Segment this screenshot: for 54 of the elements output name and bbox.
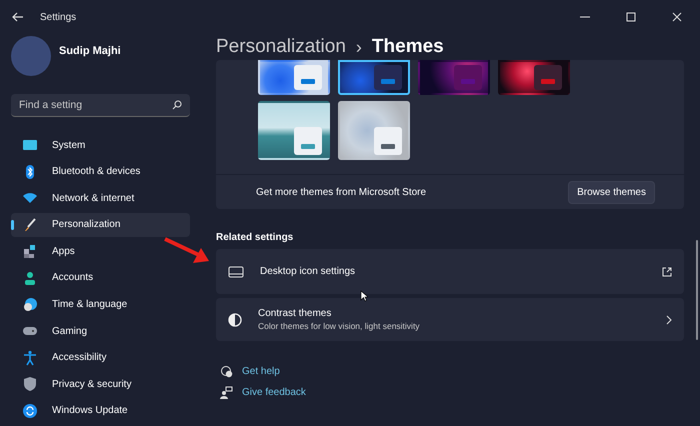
sidebar-item[interactable]: Accessibility [11,346,190,370]
chevron-right-icon [666,314,672,324]
row-title: Contrast themes [258,308,332,319]
search-icon [172,100,182,110]
sidebar-item[interactable]: Time & language [11,292,190,317]
theme-thumbnail[interactable] [418,60,490,95]
theme-thumbnail[interactable] [258,60,330,95]
store-text: Get more themes from Microsoft Store [256,186,426,198]
page-title: Themes [372,36,444,58]
back-button[interactable] [10,10,26,24]
settings-row[interactable]: Desktop icon settings [216,249,684,294]
row-title: Desktop icon settings [260,266,356,277]
person-icon [22,270,38,286]
sidebar-item[interactable]: System [11,133,190,157]
help-link[interactable]: Give feedback [242,387,306,398]
feedback-person-icon [220,386,233,399]
maximize-icon [626,12,636,22]
browse-themes-button[interactable]: Browse themes [568,180,655,204]
theme-thumbnail[interactable] [338,101,410,160]
sidebar-item[interactable]: Bluetooth & devices [11,160,190,184]
back-arrow-icon [12,12,24,22]
sidebar-item[interactable]: Accounts [11,266,190,290]
external-link-icon [662,266,672,276]
apps-icon [22,243,38,260]
pointer-arrow-icon [163,236,211,264]
sidebar-item[interactable]: Windows Update [11,398,190,423]
settings-row[interactable]: Contrast themes Color themes for low vision, light sensitivity [216,298,684,341]
sync-icon [22,402,38,419]
theme-thumbnail[interactable] [258,101,330,160]
half-circle-icon [228,312,242,326]
search-field[interactable]: Find a setting [11,94,190,117]
brush-icon [22,216,38,233]
monitor-icon [22,137,38,153]
sidebar-item[interactable]: Network & internet [11,186,190,210]
avatar [11,36,51,76]
sidebar-item[interactable]: Gaming [11,319,190,344]
help-link[interactable]: Get help [242,366,280,377]
sidebar-item[interactable]: Personalization [11,212,190,237]
scrollbar[interactable] [696,240,698,340]
theme-thumbnail[interactable] [498,60,570,95]
user-name: Sudip Majhi [59,45,121,57]
row-subtitle: Color themes for low vision, light sensitivity [258,321,421,331]
monitor-icon [228,266,244,278]
close-icon [672,12,682,22]
accessibility-icon [22,350,38,366]
window-title: Settings [40,12,76,22]
shield-icon [22,376,38,392]
mouse-pointer-icon [360,290,368,302]
breadcrumb-link[interactable]: Personalization [216,36,346,58]
sidebar-item[interactable]: Privacy & security [11,372,190,396]
sidebar-item[interactable]: Apps [11,239,190,264]
theme-thumbnail[interactable] [338,60,410,95]
breadcrumb-separator: › [356,36,362,58]
section-heading: Related settings [216,232,294,243]
